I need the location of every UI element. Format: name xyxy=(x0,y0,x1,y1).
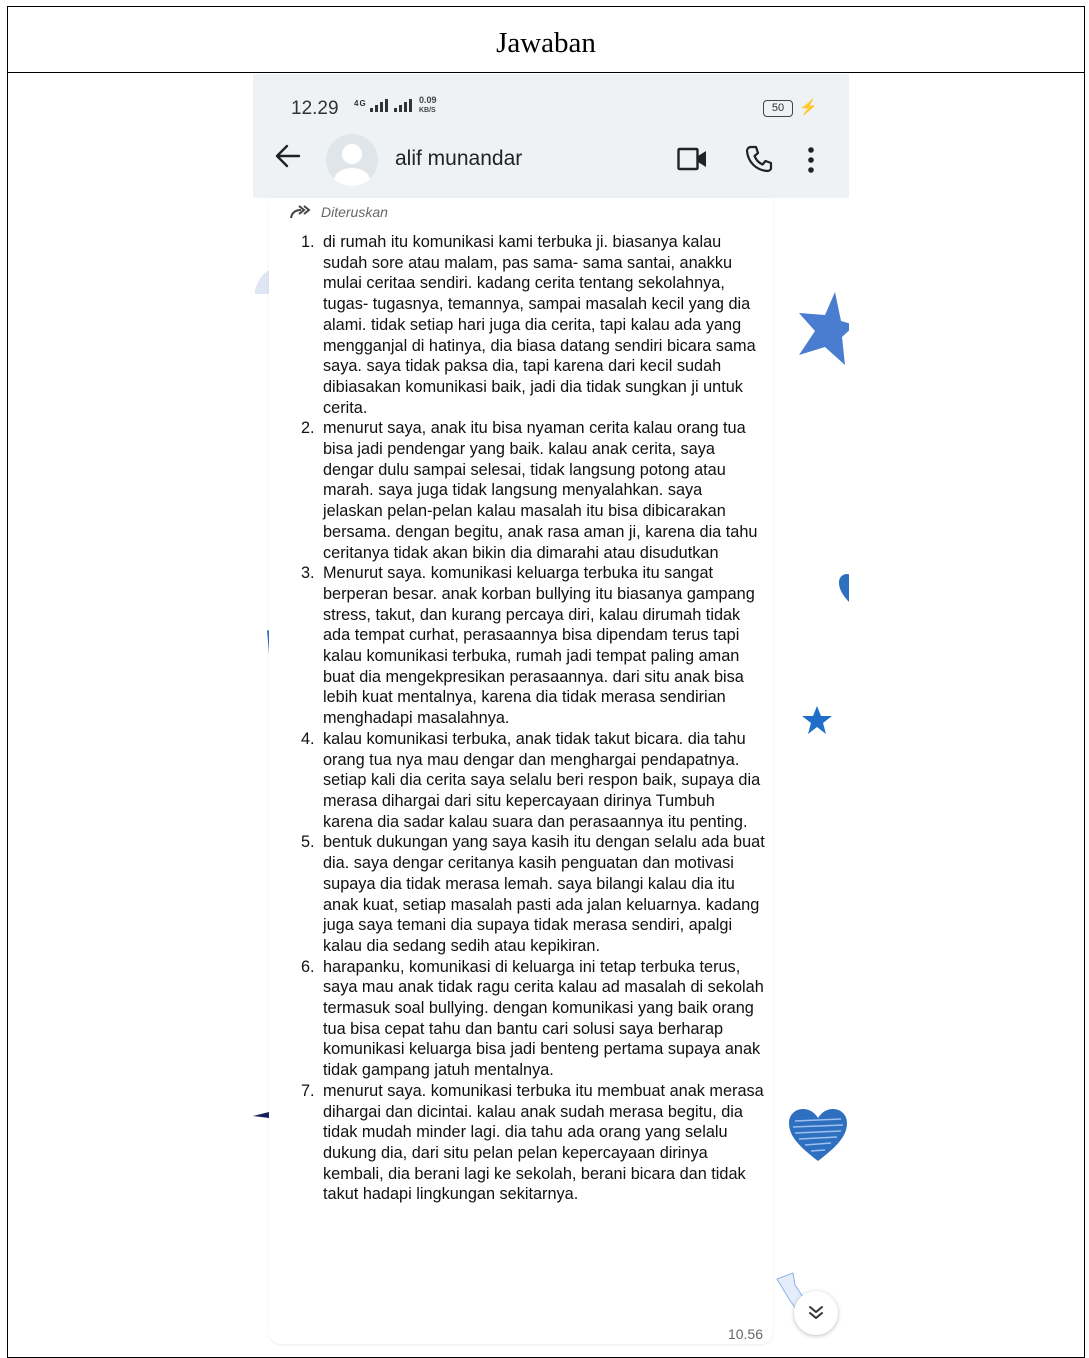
list-item: 1. di rumah itu komunikasi kami terbuka j… xyxy=(301,232,766,418)
list-text: menurut saya. komunikasi terbuka itu mem… xyxy=(323,1081,764,1204)
list-number: 4. xyxy=(301,729,315,748)
chat-app-bar: 12.29 4G 0.09 KB/S 50 ⚡ alif munandar xyxy=(253,74,849,198)
wallpaper-star-large xyxy=(799,292,849,365)
list-number: 3. xyxy=(301,564,315,583)
list-text: kalau komunikasi terbuka, anak tidak tak… xyxy=(323,729,761,831)
back-arrow-icon[interactable] xyxy=(275,144,301,168)
forward-icon xyxy=(290,205,311,219)
list-text: harapanku, komunikasi di keluarga ini te… xyxy=(323,957,764,1080)
charging-icon: ⚡ xyxy=(799,99,818,116)
list-number: 2. xyxy=(301,419,315,438)
scroll-down-button[interactable] xyxy=(794,1291,838,1335)
list-text: di rumah itu komunikasi kami terbuka ji.… xyxy=(323,233,756,417)
list-item: 7. menurut saya. komunikasi terbuka itu m… xyxy=(301,1081,766,1205)
list-item: 5. bentuk dukungan yang saya kasih itu de… xyxy=(301,832,766,956)
document-header: Jawaban xyxy=(8,7,1084,73)
network-speed: 0.09 KB/S xyxy=(419,96,437,115)
message-timestamp: 10.56 xyxy=(727,1326,763,1342)
network-signal-icon: 4G xyxy=(354,99,414,112)
message-bubble[interactable]: Diteruskan 1. di rumah itu komunikasi kam… xyxy=(269,198,773,1344)
battery-icon: 50 xyxy=(763,100,793,117)
forwarded-indicator: Diteruskan xyxy=(289,204,388,220)
phone-screenshot: 12.29 4G 0.09 KB/S 50 ⚡ alif munandar Di… xyxy=(253,74,849,1356)
list-text: menurut saya, anak itu bisa nyaman cerit… xyxy=(323,419,758,562)
list-item: 2. menurut saya, anak itu bisa nyaman cer… xyxy=(301,418,766,563)
battery-level: 50 xyxy=(771,102,785,114)
list-number: 5. xyxy=(301,833,315,852)
wallpaper-heart-small xyxy=(839,574,849,602)
list-text: Menurut saya. komunikasi keluarga terbuk… xyxy=(323,564,755,728)
list-item: 6. harapanku, komunikasi di keluarga ini … xyxy=(301,957,766,1081)
avatar-icon[interactable] xyxy=(326,134,378,186)
network-type: 4G xyxy=(354,99,367,108)
list-item: 3. Menurut saya. komunikasi keluarga terb… xyxy=(301,563,766,729)
list-number: 1. xyxy=(301,233,315,251)
list-number: 6. xyxy=(301,957,315,976)
list-text: bentuk dukungan yang saya kasih itu deng… xyxy=(323,833,765,955)
list-item: 4. kalau komunikasi terbuka, anak tidak t… xyxy=(301,729,766,833)
status-time: 12.29 xyxy=(291,98,339,119)
message-text: 1. di rumah itu komunikasi kami terbuka j… xyxy=(301,232,766,1205)
video-call-icon[interactable] xyxy=(677,147,707,171)
wallpaper-heart-large xyxy=(789,1109,847,1161)
list-number: 7. xyxy=(301,1081,315,1100)
forwarded-label: Diteruskan xyxy=(321,204,388,220)
more-vert-icon[interactable] xyxy=(807,147,815,173)
speed-value: 0.09 xyxy=(419,95,437,105)
contact-name[interactable]: alif munandar xyxy=(395,147,522,171)
speed-unit: KB/S xyxy=(419,107,436,114)
wallpaper-star-small xyxy=(802,706,832,734)
scroll-down-icon xyxy=(809,1306,823,1319)
phone-call-icon[interactable] xyxy=(745,145,773,173)
